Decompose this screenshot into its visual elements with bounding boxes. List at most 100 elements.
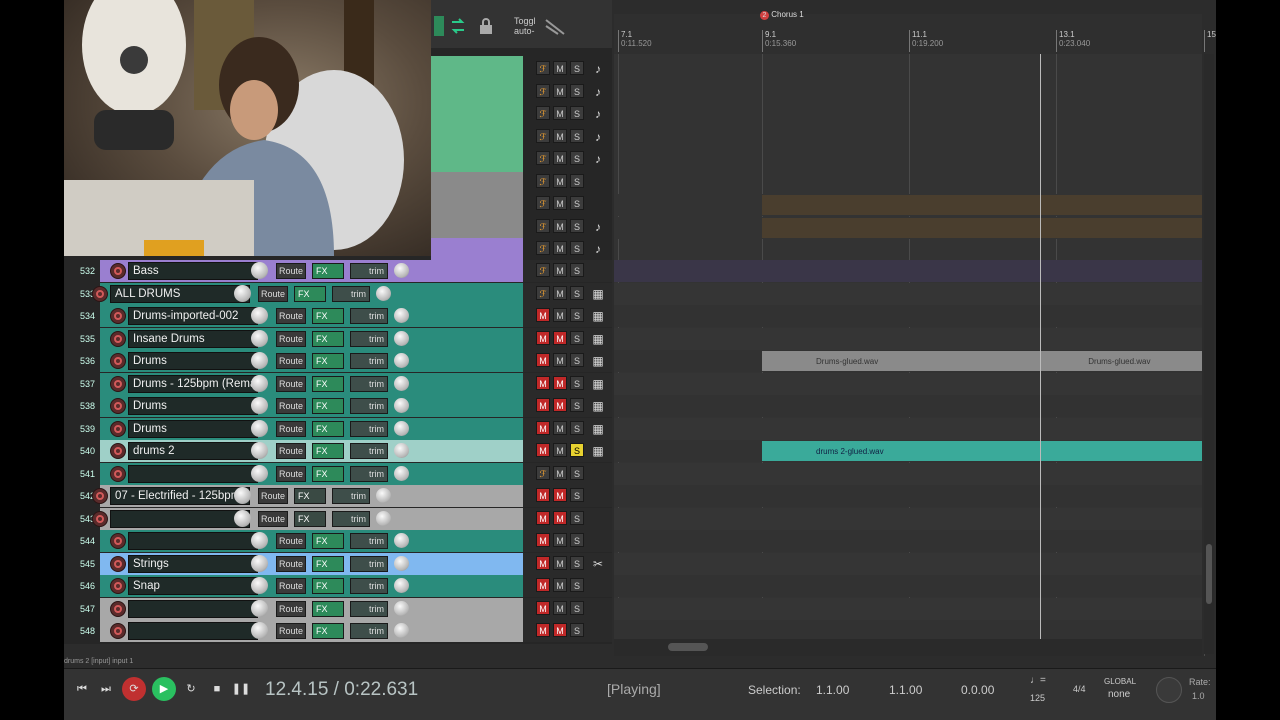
media-item[interactable] (762, 195, 1202, 215)
mute-button[interactable]: M (553, 600, 567, 615)
rec-monitor-button[interactable]: M (536, 375, 550, 390)
track-row[interactable]: 544 Route FX trim M M S (64, 530, 612, 552)
record-arm-button[interactable] (110, 600, 126, 617)
horizontal-scrollbar[interactable] (614, 639, 1202, 656)
pan-knob[interactable] (394, 578, 409, 593)
fx-bypass-button[interactable]: ℱ (536, 263, 550, 277)
pan-knob[interactable] (394, 308, 409, 323)
auto-crossfade-icon[interactable] (544, 16, 565, 36)
mute-button[interactable]: M (553, 578, 567, 592)
pan-knob[interactable] (394, 555, 409, 571)
route-button[interactable]: Route (276, 578, 306, 594)
automation-trim-button[interactable]: trim (350, 353, 388, 369)
track-row[interactable]: 533 ALL DRUMS Route FX trim ℱ M S ▦ (64, 282, 612, 305)
track-lane[interactable] (614, 282, 1202, 305)
global-automation-label[interactable]: GLOBAL (1104, 677, 1136, 686)
mute-button[interactable]: M (553, 61, 567, 75)
track-lane[interactable] (614, 597, 1202, 620)
track-lane[interactable] (614, 552, 1202, 575)
pan-knob[interactable] (394, 420, 409, 436)
route-button[interactable]: Route (276, 465, 306, 482)
rec-monitor-button[interactable]: M (536, 510, 550, 525)
media-item[interactable]: Drums-glued.wav Drums-glued.wav (762, 351, 1202, 371)
mute-button[interactable]: M (553, 533, 567, 547)
solo-button[interactable]: S (570, 218, 584, 233)
track-name[interactable]: Bass (128, 262, 258, 280)
mute-button[interactable]: M (553, 308, 567, 322)
mute-button[interactable]: M (553, 353, 567, 367)
track-name[interactable] (128, 622, 258, 640)
route-button[interactable]: Route (276, 443, 306, 459)
rec-monitor-button[interactable]: M (536, 600, 550, 615)
track-name[interactable] (128, 599, 258, 618)
automation-trim-button[interactable]: trim (350, 420, 388, 437)
time-signature[interactable]: 4/4 (1073, 684, 1086, 694)
fx-bypass-button[interactable]: ℱ (536, 218, 550, 233)
route-button[interactable]: Route (276, 555, 306, 572)
fx-button[interactable]: FX (312, 308, 344, 324)
solo-button[interactable]: S (570, 398, 584, 412)
record-arm-button[interactable] (92, 285, 108, 302)
pan-knob[interactable] (394, 375, 409, 391)
fx-button[interactable]: FX (312, 353, 344, 369)
volume-knob[interactable] (251, 554, 268, 572)
solo-button[interactable]: S (570, 443, 584, 457)
record-arm-button[interactable] (110, 308, 126, 324)
solo-button[interactable]: S (570, 375, 584, 390)
volume-knob[interactable] (251, 622, 268, 639)
fx-bypass-button[interactable]: ℱ (536, 83, 550, 98)
track-name[interactable]: 07 - Electrified - 125bpm (110, 487, 250, 505)
track-row[interactable]: 532 Bass Route FX trim ℱ M S (64, 260, 612, 282)
solo-button[interactable]: S (570, 533, 584, 547)
track-row[interactable]: 536 Drums Route FX trim M M S ▦ (64, 350, 612, 372)
pan-knob[interactable] (394, 465, 409, 481)
record-arm-button[interactable] (110, 398, 126, 414)
automation-trim-button[interactable]: trim (350, 465, 388, 482)
go-end-icon[interactable]: ⏭ (96, 679, 116, 699)
mute-button[interactable]: M (553, 218, 567, 233)
track-row[interactable]: 535 Insane Drums Route FX trim M M S ▦ (64, 327, 612, 350)
automation-trim-button[interactable]: trim (350, 263, 388, 279)
mute-button[interactable]: M (553, 375, 567, 390)
pan-knob[interactable] (394, 623, 409, 638)
solo-button[interactable]: S (570, 623, 584, 637)
mute-button[interactable]: M (553, 285, 567, 300)
track-row[interactable]: 547 Route FX trim M M S (64, 597, 612, 620)
track-lane[interactable] (614, 217, 1202, 239)
solo-button[interactable]: S (570, 128, 584, 143)
pan-knob[interactable] (394, 398, 409, 413)
marker-chorus[interactable]: 2 Chorus 1 (760, 10, 804, 20)
track-lane[interactable] (614, 327, 1202, 350)
route-button[interactable]: Route (276, 263, 306, 279)
route-button[interactable]: Route (276, 623, 306, 639)
arrange-view[interactable]: 2 Chorus 1 7.1 0:11.520 9.1 0:15.360 11.1 0:1… (614, 10, 1216, 656)
volume-knob[interactable] (251, 352, 268, 369)
timeline-ruler[interactable]: 2 Chorus 1 7.1 0:11.520 9.1 0:15.360 11.1 0:1… (614, 10, 1216, 54)
fx-button[interactable]: FX (312, 420, 344, 437)
track-row[interactable]: 542 07 - Electrified - 125bpm Route FX t… (64, 485, 612, 507)
track-name[interactable]: Drums (128, 352, 258, 370)
volume-knob[interactable] (234, 487, 251, 504)
fx-button[interactable]: FX (312, 465, 344, 482)
track-lane[interactable]: Drums-glued.wav Drums-glued.wav (614, 350, 1202, 372)
rec-monitor-button[interactable]: M (536, 578, 550, 592)
route-button[interactable]: Route (276, 600, 306, 617)
volume-knob[interactable] (234, 509, 251, 527)
automation-trim-button[interactable]: trim (350, 308, 388, 324)
mute-button[interactable]: M (553, 196, 567, 210)
mute-button[interactable]: M (553, 465, 567, 480)
solo-button[interactable]: S (570, 196, 584, 210)
mute-button[interactable]: M (553, 83, 567, 98)
mute-button[interactable]: M (553, 398, 567, 412)
toolbar-snap-icon[interactable] (434, 16, 444, 36)
track-lane[interactable] (614, 305, 1202, 327)
rec-monitor-button[interactable]: M (536, 398, 550, 412)
metronome-icon[interactable]: ♩= (1030, 675, 1046, 686)
fx-button[interactable]: FX (294, 488, 326, 504)
rec-monitor-button[interactable]: M (536, 308, 550, 322)
automation-trim-button[interactable]: trim (332, 510, 370, 527)
scroll-thumb[interactable] (668, 643, 708, 651)
volume-knob[interactable] (251, 307, 268, 324)
rec-monitor-button[interactable]: M (536, 555, 550, 570)
track-name[interactable]: Drums - 125bpm (Remas (128, 374, 258, 393)
